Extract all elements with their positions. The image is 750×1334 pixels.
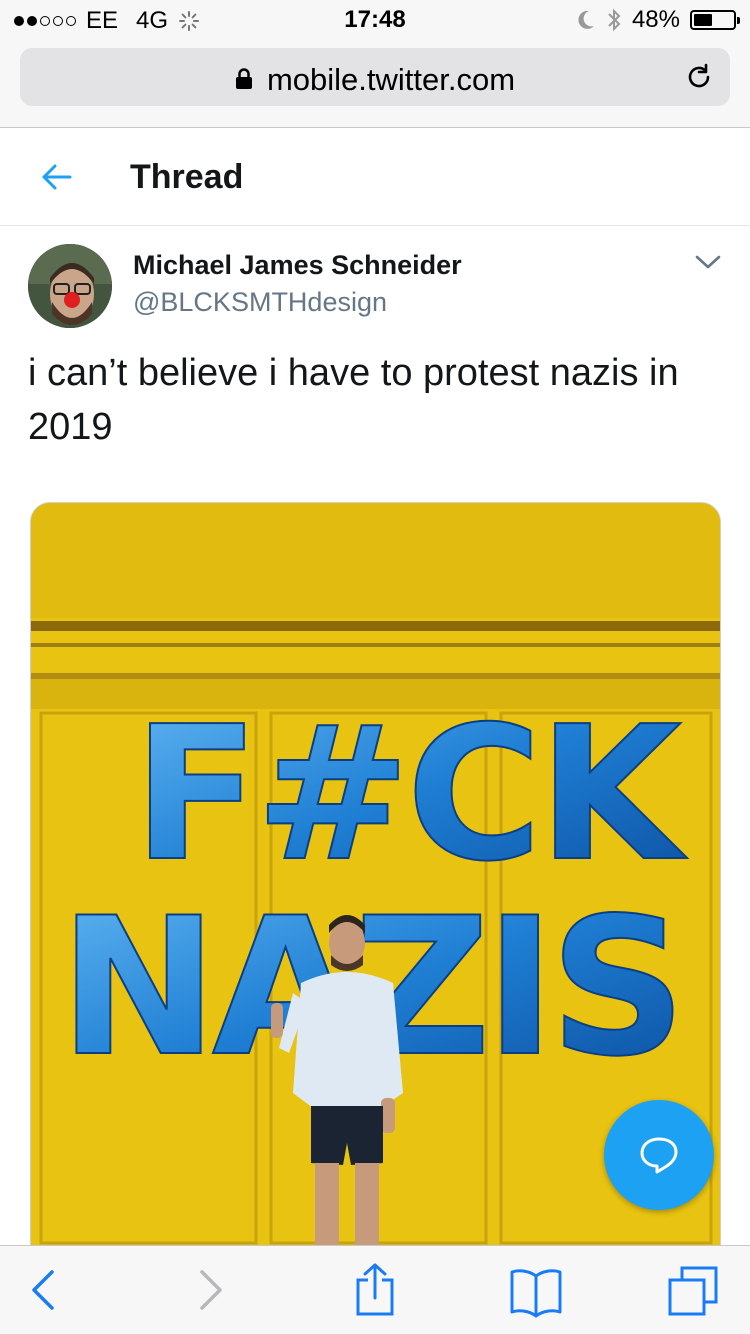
reply-bubble-icon bbox=[640, 1137, 678, 1174]
lock-icon bbox=[235, 68, 252, 89]
forward-icon[interactable] bbox=[196, 1262, 226, 1318]
chevron-down-icon[interactable] bbox=[694, 252, 722, 272]
page-title: Thread bbox=[130, 158, 244, 196]
image-lettering-line-1: F#CK bbox=[133, 686, 687, 902]
moon-icon bbox=[578, 10, 594, 29]
compose-reply-button[interactable] bbox=[604, 1100, 714, 1210]
thread-header: Thread bbox=[0, 128, 750, 226]
browser-top-bar: mobile.twitter.com bbox=[0, 40, 750, 128]
url-display[interactable]: mobile.twitter.com bbox=[20, 62, 730, 98]
url-text: mobile.twitter.com bbox=[266, 62, 516, 97]
tweet-text: i can’t believe i have to protest nazis … bbox=[28, 352, 679, 448]
status-right: 48% bbox=[576, 6, 740, 34]
author-handle[interactable]: @BLCKSMTHdesign bbox=[133, 287, 387, 318]
author-display-name[interactable]: Michael James Schneider bbox=[133, 250, 462, 281]
battery-icon bbox=[690, 10, 740, 30]
share-icon[interactable] bbox=[352, 1262, 398, 1318]
avatar[interactable] bbox=[28, 244, 112, 328]
browser-toolbar bbox=[0, 1245, 750, 1334]
tabs-icon[interactable] bbox=[666, 1262, 722, 1318]
battery-percent: 48% bbox=[631, 6, 680, 33]
back-icon[interactable] bbox=[28, 1262, 58, 1318]
bluetooth-icon bbox=[608, 8, 621, 32]
status-bar: EE 4G 17:48 48% bbox=[0, 0, 750, 40]
back-arrow-icon[interactable] bbox=[40, 162, 74, 192]
reload-icon[interactable] bbox=[684, 62, 714, 92]
bookmarks-icon[interactable] bbox=[508, 1262, 564, 1318]
avatar-image bbox=[28, 244, 112, 328]
battery-fill bbox=[694, 14, 713, 26]
address-bar[interactable]: mobile.twitter.com bbox=[20, 48, 730, 106]
